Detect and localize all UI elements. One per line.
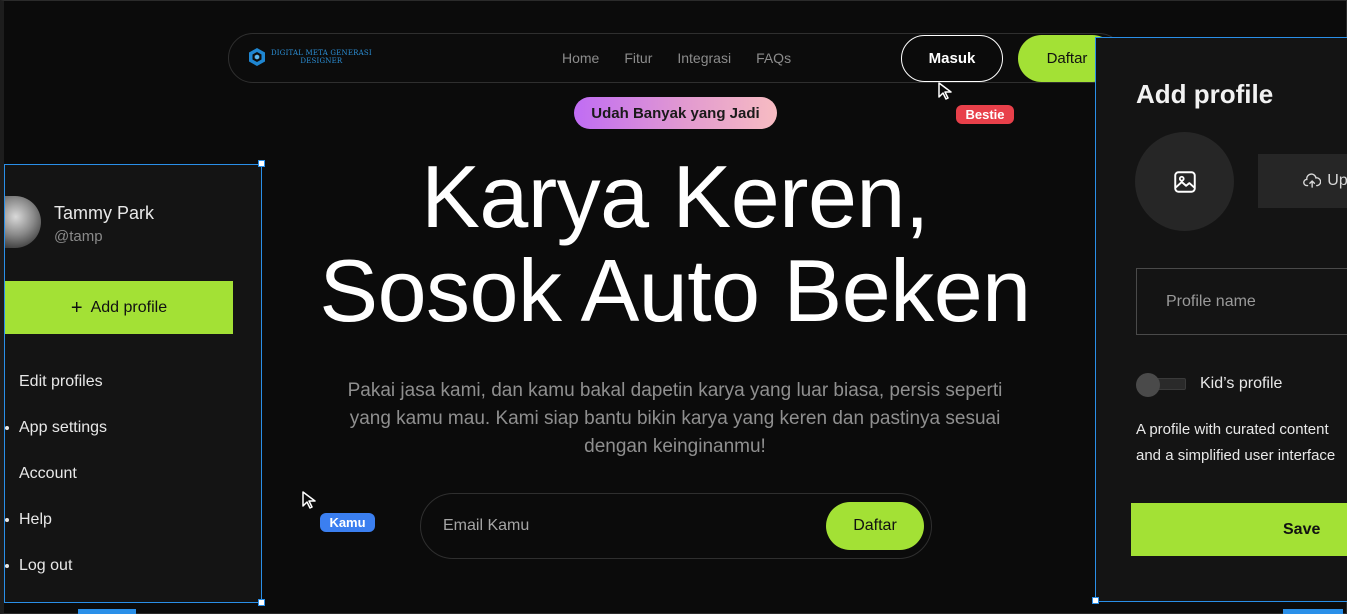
resize-handle[interactable] (258, 160, 265, 167)
hero-title-line-1: Karya Keren, (421, 147, 929, 246)
login-button[interactable]: Masuk (901, 35, 1003, 82)
logo-icon (249, 48, 265, 66)
email-signup-form: Daftar (420, 493, 932, 559)
add-profile-panel: Add profile Upload Kid’s profile A profi… (1095, 37, 1347, 602)
add-profile-button[interactable]: + Add profile (5, 281, 233, 334)
nav-link-home[interactable]: Home (562, 50, 599, 66)
upload-button[interactable]: Upload (1258, 154, 1347, 208)
profile-name-input[interactable] (1136, 268, 1347, 335)
toggle-knob (1136, 373, 1160, 397)
hero-title: Karya Keren, Sosok Auto Beken (270, 150, 1080, 338)
upload-cloud-icon (1303, 173, 1322, 188)
highlight-pill: Udah Banyak yang Jadi (574, 97, 777, 129)
kids-profile-label: Kid’s profile (1200, 375, 1283, 392)
profile-image-placeholder[interactable] (1135, 132, 1234, 231)
cursor-icon (938, 82, 952, 100)
resize-handle[interactable] (1092, 597, 1099, 604)
bottom-scroll-indicator[interactable] (78, 609, 136, 614)
profile-menu-panel: Tammy Park @tamp + Add profile Edit prof… (4, 164, 262, 603)
bullet-dot (5, 426, 9, 430)
avatar[interactable] (5, 196, 41, 248)
menu-item-app-settings[interactable]: App settings (5, 405, 263, 451)
menu-item-log-out[interactable]: Log out (5, 543, 263, 589)
hero-subtitle: Pakai jasa kami, dan kamu bakal dapetin … (347, 380, 1003, 457)
hero-title-line-2: Sosok Auto Beken (319, 241, 1031, 340)
save-button[interactable]: Save (1131, 503, 1347, 556)
image-icon (1173, 170, 1196, 193)
resize-handle[interactable] (258, 599, 265, 606)
user-name: Tammy Park (54, 203, 155, 223)
upload-label: Upload (1327, 172, 1347, 189)
top-navbar: DIGITAL META GENERASI DESIGNER Home Fitu… (228, 33, 1124, 83)
bottom-scroll-indicator[interactable] (1283, 609, 1343, 614)
cursor-tag-bestie: Bestie (956, 105, 1014, 124)
signup-submit-button[interactable]: Daftar (826, 502, 924, 550)
nav-link-fitur[interactable]: Fitur (624, 50, 652, 66)
nav-link-integrasi[interactable]: Integrasi (677, 50, 731, 66)
logo-wordmark: DIGITAL META GENERASI DESIGNER (271, 49, 372, 65)
menu-item-edit-profiles[interactable]: Edit profiles (5, 359, 263, 405)
profile-menu: Edit profiles App settings Account Help … (5, 359, 263, 589)
bullet-dot (5, 564, 9, 568)
cursor-icon (302, 491, 316, 509)
brand-logo[interactable]: DIGITAL META GENERASI DESIGNER (247, 47, 372, 67)
cursor-tag-kamu: Kamu (320, 513, 375, 532)
bullet-dot (5, 518, 9, 522)
kids-profile-description: A profile with curated content and a sim… (1136, 421, 1336, 464)
add-profile-label: Add profile (90, 298, 168, 316)
nav-link-faqs[interactable]: FAQs (756, 50, 791, 66)
menu-item-account[interactable]: Account (5, 451, 263, 497)
menu-item-help[interactable]: Help (5, 497, 263, 543)
user-handle: @tamp (54, 228, 103, 245)
nav-links: Home Fitur Integrasi FAQs (562, 50, 791, 66)
plus-icon: + (70, 296, 83, 319)
email-input[interactable] (443, 512, 803, 540)
kids-profile-toggle[interactable] (1136, 373, 1186, 397)
panel-title: Add profile (1136, 79, 1274, 109)
